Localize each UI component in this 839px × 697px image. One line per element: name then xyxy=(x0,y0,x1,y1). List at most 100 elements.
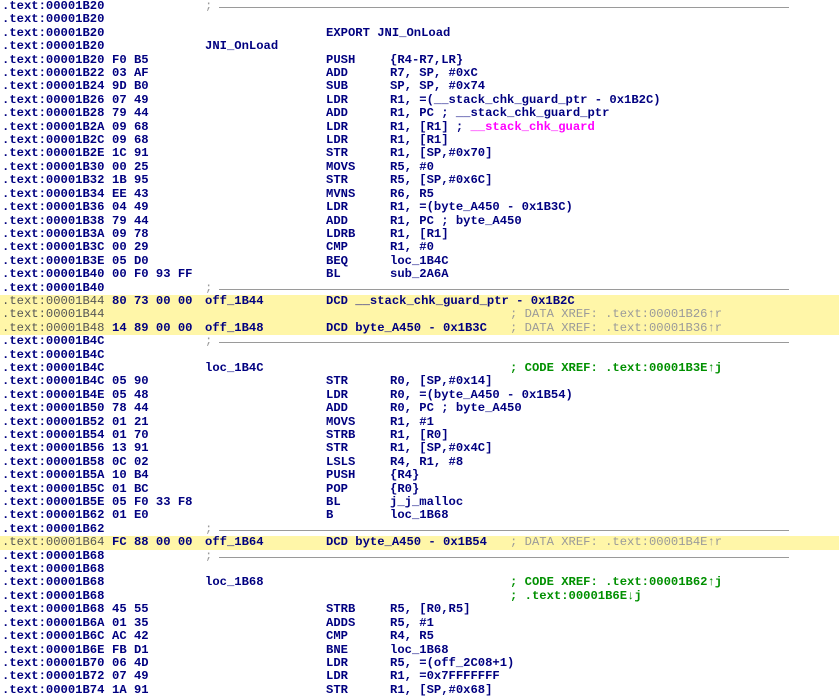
mnemonic[interactable]: MOVS xyxy=(326,415,355,429)
mnemonic[interactable]: STR xyxy=(326,147,348,161)
operand-text[interactable]: {R4} xyxy=(390,468,419,482)
line-address[interactable]: .text:00001B34 xyxy=(2,187,104,201)
mnemonic[interactable]: PUSH xyxy=(326,468,355,482)
operands[interactable]: SP, SP, #0x74 xyxy=(390,80,485,93)
listing-line[interactable]: .text:00001B20 EXPORT JNI_OnLoad xyxy=(0,26,839,40)
operands[interactable]: R0, =(byte_A450 - 0x1B54) xyxy=(390,388,573,402)
mnemonic[interactable]: B xyxy=(326,509,333,523)
listing-line[interactable]: .text:00001B74 1A 91 STR R1, [SP,#0x68] xyxy=(0,683,839,697)
operand-text[interactable]: R1, [R0] xyxy=(390,428,449,442)
mnemonic[interactable]: ADD xyxy=(326,106,348,120)
line-address[interactable]: .text:00001B20 xyxy=(2,12,104,26)
operands[interactable]: R1, [SP,#0x68] xyxy=(390,683,492,697)
line-address[interactable]: .text:00001B4C xyxy=(2,361,104,375)
operands[interactable]: R0, [SP,#0x14] xyxy=(390,375,492,388)
line-address[interactable]: .text:00001B70 xyxy=(2,656,104,670)
operand-text[interactable]: j_j_malloc xyxy=(390,495,463,509)
operands[interactable]: R1, PC ; __stack_chk_guard_ptr xyxy=(390,107,609,120)
line-address[interactable]: .text:00001B4C xyxy=(2,374,104,388)
operand-text[interactable]: loc_1B4C xyxy=(390,254,449,268)
line-address[interactable]: .text:00001B56 xyxy=(2,441,104,455)
code-label[interactable]: loc_1B68 xyxy=(205,576,264,590)
operand-text[interactable]: R0, PC ; byte_A450 xyxy=(390,401,522,415)
code-label[interactable]: off_1B64 xyxy=(205,535,264,549)
listing-line[interactable]: .text:00001B4C xyxy=(0,348,839,362)
operands[interactable]: R7, SP, #0xC xyxy=(390,66,478,80)
operands[interactable]: R1, [SP,#0x4C] xyxy=(390,442,492,455)
listing-line[interactable]: .text:00001B62; xyxy=(0,522,839,536)
line-address[interactable]: .text:00001B24 xyxy=(2,80,104,94)
mnemonic[interactable]: ADD xyxy=(326,66,348,80)
operands[interactable]: R1, =(__stack_chk_guard_ptr - 0x1B2C) xyxy=(390,93,661,107)
line-address[interactable]: .text:00001B64 xyxy=(2,535,104,549)
operands[interactable]: {R0} xyxy=(390,482,419,496)
listing-line[interactable]: .text:00001B28 79 44 ADD R1, PC ; __stack_c… xyxy=(0,106,839,120)
listing-line[interactable]: .text:00001B6C AC 42 CMP R4, R5 xyxy=(0,629,839,643)
mnemonic[interactable]: CMP xyxy=(326,629,348,643)
listing-line[interactable]: .text:00001B24 9D B0 SUB SP, SP, #0x74 xyxy=(0,80,839,94)
operand-text[interactable]: R1, =0x7FFFFFFF xyxy=(390,669,500,683)
listing-line[interactable]: .text:00001B3C 00 29 CMP R1, #0 xyxy=(0,240,839,254)
line-address[interactable]: .text:00001B22 xyxy=(2,66,104,80)
operand-text[interactable]: R5, =(off_2C08+1) xyxy=(390,656,514,670)
operands[interactable]: R5, [SP,#0x6C] xyxy=(390,174,492,187)
listing-line[interactable]: .text:00001B2E 1C 91 STR R1, [SP,#0x70] xyxy=(0,147,839,161)
mnemonic[interactable]: POP xyxy=(326,482,348,496)
mnemonic[interactable]: LDR xyxy=(326,669,348,683)
operand-text[interactable]: R4, R5 xyxy=(390,629,434,643)
operand-text[interactable]: R5, #0 xyxy=(390,160,434,174)
listing-line[interactable]: .text:00001B68 45 55 STRB R5, [R0,R5] xyxy=(0,602,839,616)
line-address[interactable]: .text:00001B6E xyxy=(2,643,104,657)
code-label[interactable]: off_1B44 xyxy=(205,294,264,308)
xref-comment[interactable]: ; DATA XREF: .text:00001B26↑r xyxy=(510,307,722,321)
mnemonic[interactable]: LDR xyxy=(326,388,348,402)
listing-line[interactable]: .text:00001B68 xyxy=(0,562,839,576)
operand-text[interactable]: R1, =(__stack_chk_guard_ptr - 0x1B2C) xyxy=(390,93,661,107)
xref-comment[interactable]: ; DATA XREF: .text:00001B36↑r xyxy=(510,321,722,335)
line-address[interactable]: .text:00001B4E xyxy=(2,388,104,402)
listing-line[interactable]: .text:00001B40; xyxy=(0,281,839,295)
operand-text[interactable]: R1, =(byte_A450 - 0x1B3C) xyxy=(390,200,573,214)
mnemonic[interactable]: LDR xyxy=(326,120,348,134)
mnemonic[interactable]: STR xyxy=(326,683,348,697)
mnemonic[interactable]: STR xyxy=(326,441,348,455)
line-address[interactable]: .text:00001B68 xyxy=(2,589,104,603)
operand-text[interactable]: R0, [SP,#0x14] xyxy=(390,374,492,388)
operand-text[interactable]: R1, #0 xyxy=(390,240,434,254)
code-label[interactable]: off_1B48 xyxy=(205,321,264,335)
line-address[interactable]: .text:00001B30 xyxy=(2,160,104,174)
operands[interactable]: R0, PC ; byte_A450 xyxy=(390,401,522,415)
operand-text[interactable]: loc_1B68 xyxy=(390,643,449,657)
line-address[interactable]: .text:00001B3A xyxy=(2,227,104,241)
listing-line[interactable]: .text:00001B40 00 F0 93 FF BL sub_2A6A xyxy=(0,267,839,281)
listing-line[interactable]: .text:00001B68 ; .text:00001B6E↓j xyxy=(0,589,839,603)
mnemonic[interactable]: LSLS xyxy=(326,455,355,469)
line-address[interactable]: .text:00001B62 xyxy=(2,522,104,536)
listing-line[interactable]: .text:00001B22 03 AF ADD R7, SP, #0xC xyxy=(0,66,839,80)
listing-line[interactable]: .text:00001B26 07 49 LDR R1, =(__stack_chk_… xyxy=(0,93,839,107)
mnemonic[interactable]: LDRB xyxy=(326,227,355,241)
operand-text[interactable]: R1, [R1] xyxy=(390,227,449,241)
mnemonic[interactable]: PUSH xyxy=(326,53,355,67)
mnemonic[interactable]: LDR xyxy=(326,656,348,670)
operands[interactable]: R5, #0 xyxy=(390,160,434,174)
line-address[interactable]: .text:00001B4C xyxy=(2,348,104,362)
line-address[interactable]: .text:00001B26 xyxy=(2,93,104,107)
code-xref-comment[interactable]: ; CODE XREF: .text:00001B62↑j xyxy=(510,576,722,590)
line-address[interactable]: .text:00001B68 xyxy=(2,602,104,616)
listing-line[interactable]: .text:00001B34 EE 43 MVNS R6, R5 xyxy=(0,187,839,201)
code-xref-comment[interactable]: ; CODE XREF: .text:00001B3E↑j xyxy=(510,361,722,375)
line-address[interactable]: .text:00001B20 xyxy=(2,26,104,40)
operands[interactable]: R1, =(byte_A450 - 0x1B3C) xyxy=(390,200,573,214)
data-definition[interactable]: DCD byte_A450 - 0x1B54 xyxy=(326,535,487,549)
line-address[interactable]: .text:00001B5E xyxy=(2,495,104,509)
operand-text[interactable]: R5, #1 xyxy=(390,616,434,630)
line-address[interactable]: .text:00001B72 xyxy=(2,669,104,683)
disassembly-listing[interactable]: .text:00001B20; .text:00001B20 .text:00001… xyxy=(0,0,839,697)
line-address[interactable]: .text:00001B62 xyxy=(2,509,104,523)
operand-text[interactable]: {R4-R7,LR} xyxy=(390,53,463,67)
line-address[interactable]: .text:00001B32 xyxy=(2,173,104,187)
line-address[interactable]: .text:00001B74 xyxy=(2,683,104,697)
data-definition[interactable]: DCD __stack_chk_guard_ptr - 0x1B2C xyxy=(326,294,575,308)
operand-text[interactable]: R0, =(byte_A450 - 0x1B54) xyxy=(390,388,573,402)
